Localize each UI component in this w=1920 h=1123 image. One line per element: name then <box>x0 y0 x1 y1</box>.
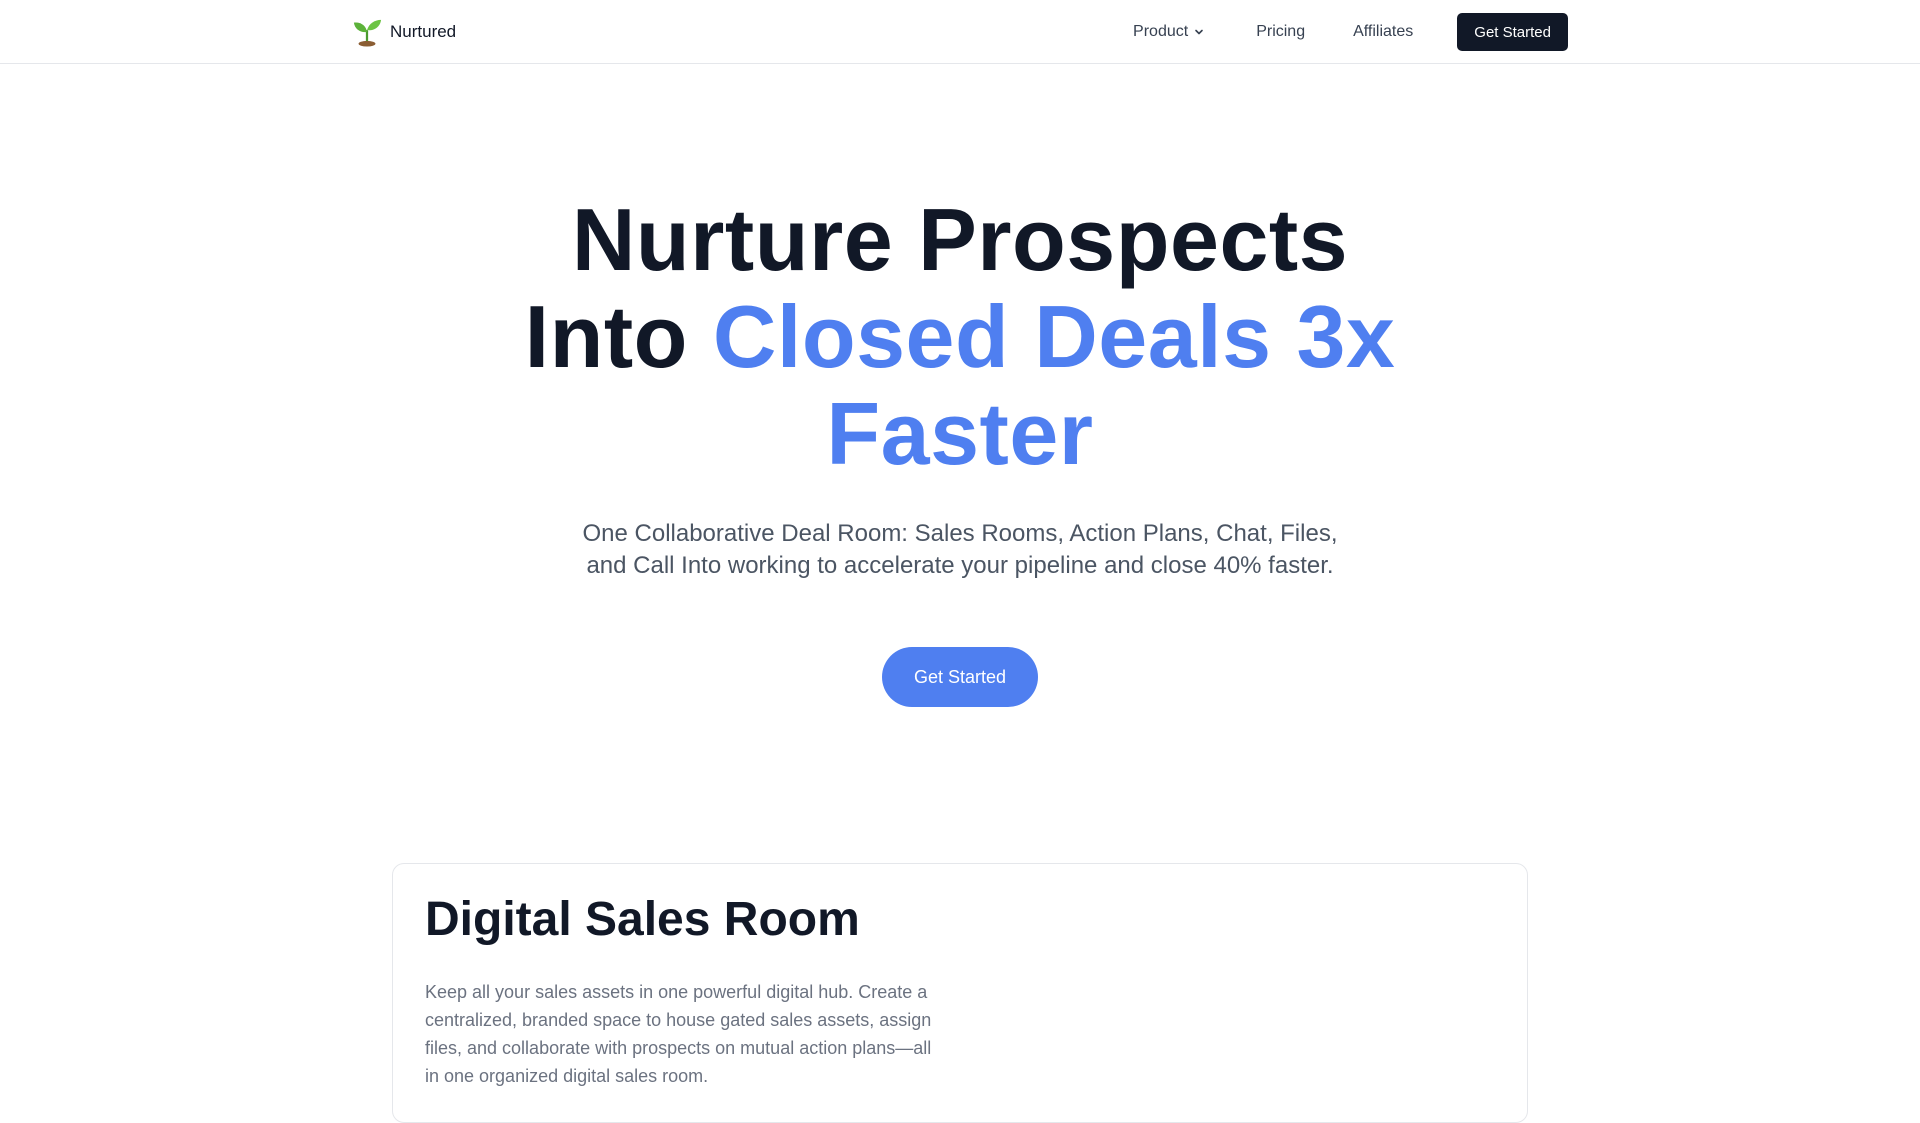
seedling-icon <box>353 19 382 47</box>
nav-product-label: Product <box>1133 23 1189 40</box>
feature-card-digital-sales-room: Digital Sales Room Keep all your sales a… <box>392 863 1528 1123</box>
nav-get-started-button[interactable]: Get Started <box>1457 13 1568 51</box>
chevron-down-icon <box>1195 29 1203 35</box>
top-navigation-bar: Nurtured Product Pricing Affiliates Get … <box>0 0 1920 64</box>
brand-logo-link[interactable]: Nurtured <box>352 16 456 48</box>
hero-section: Nurture Prospects Into Closed Deals 3x F… <box>0 64 1920 707</box>
hero-subtitle: One Collaborative Deal Room: Sales Rooms… <box>582 520 1338 579</box>
hero-title-line1: Nurture Prospects <box>571 190 1349 289</box>
nav-pricing-link[interactable]: Pricing <box>1256 23 1305 41</box>
feature-title: Digital Sales Room <box>425 893 860 946</box>
hero-get-started-button[interactable]: Get Started <box>881 647 1039 707</box>
nav-product-dropdown[interactable]: Product <box>1133 23 1204 41</box>
brand-name: Nurtured <box>390 22 457 41</box>
hero-title: Nurture Prospects Into Closed Deals 3x F… <box>460 191 1460 482</box>
main-navigation: Product Pricing Affiliates Get Started <box>1133 13 1568 51</box>
feature-description: Keep all your sales assets in one powerf… <box>425 982 932 1086</box>
nav-affiliates-link[interactable]: Affiliates <box>1353 23 1413 41</box>
hero-title-highlight: Closed Deals 3x Faster <box>712 287 1396 483</box>
hero-title-line2: Into <box>524 287 688 386</box>
